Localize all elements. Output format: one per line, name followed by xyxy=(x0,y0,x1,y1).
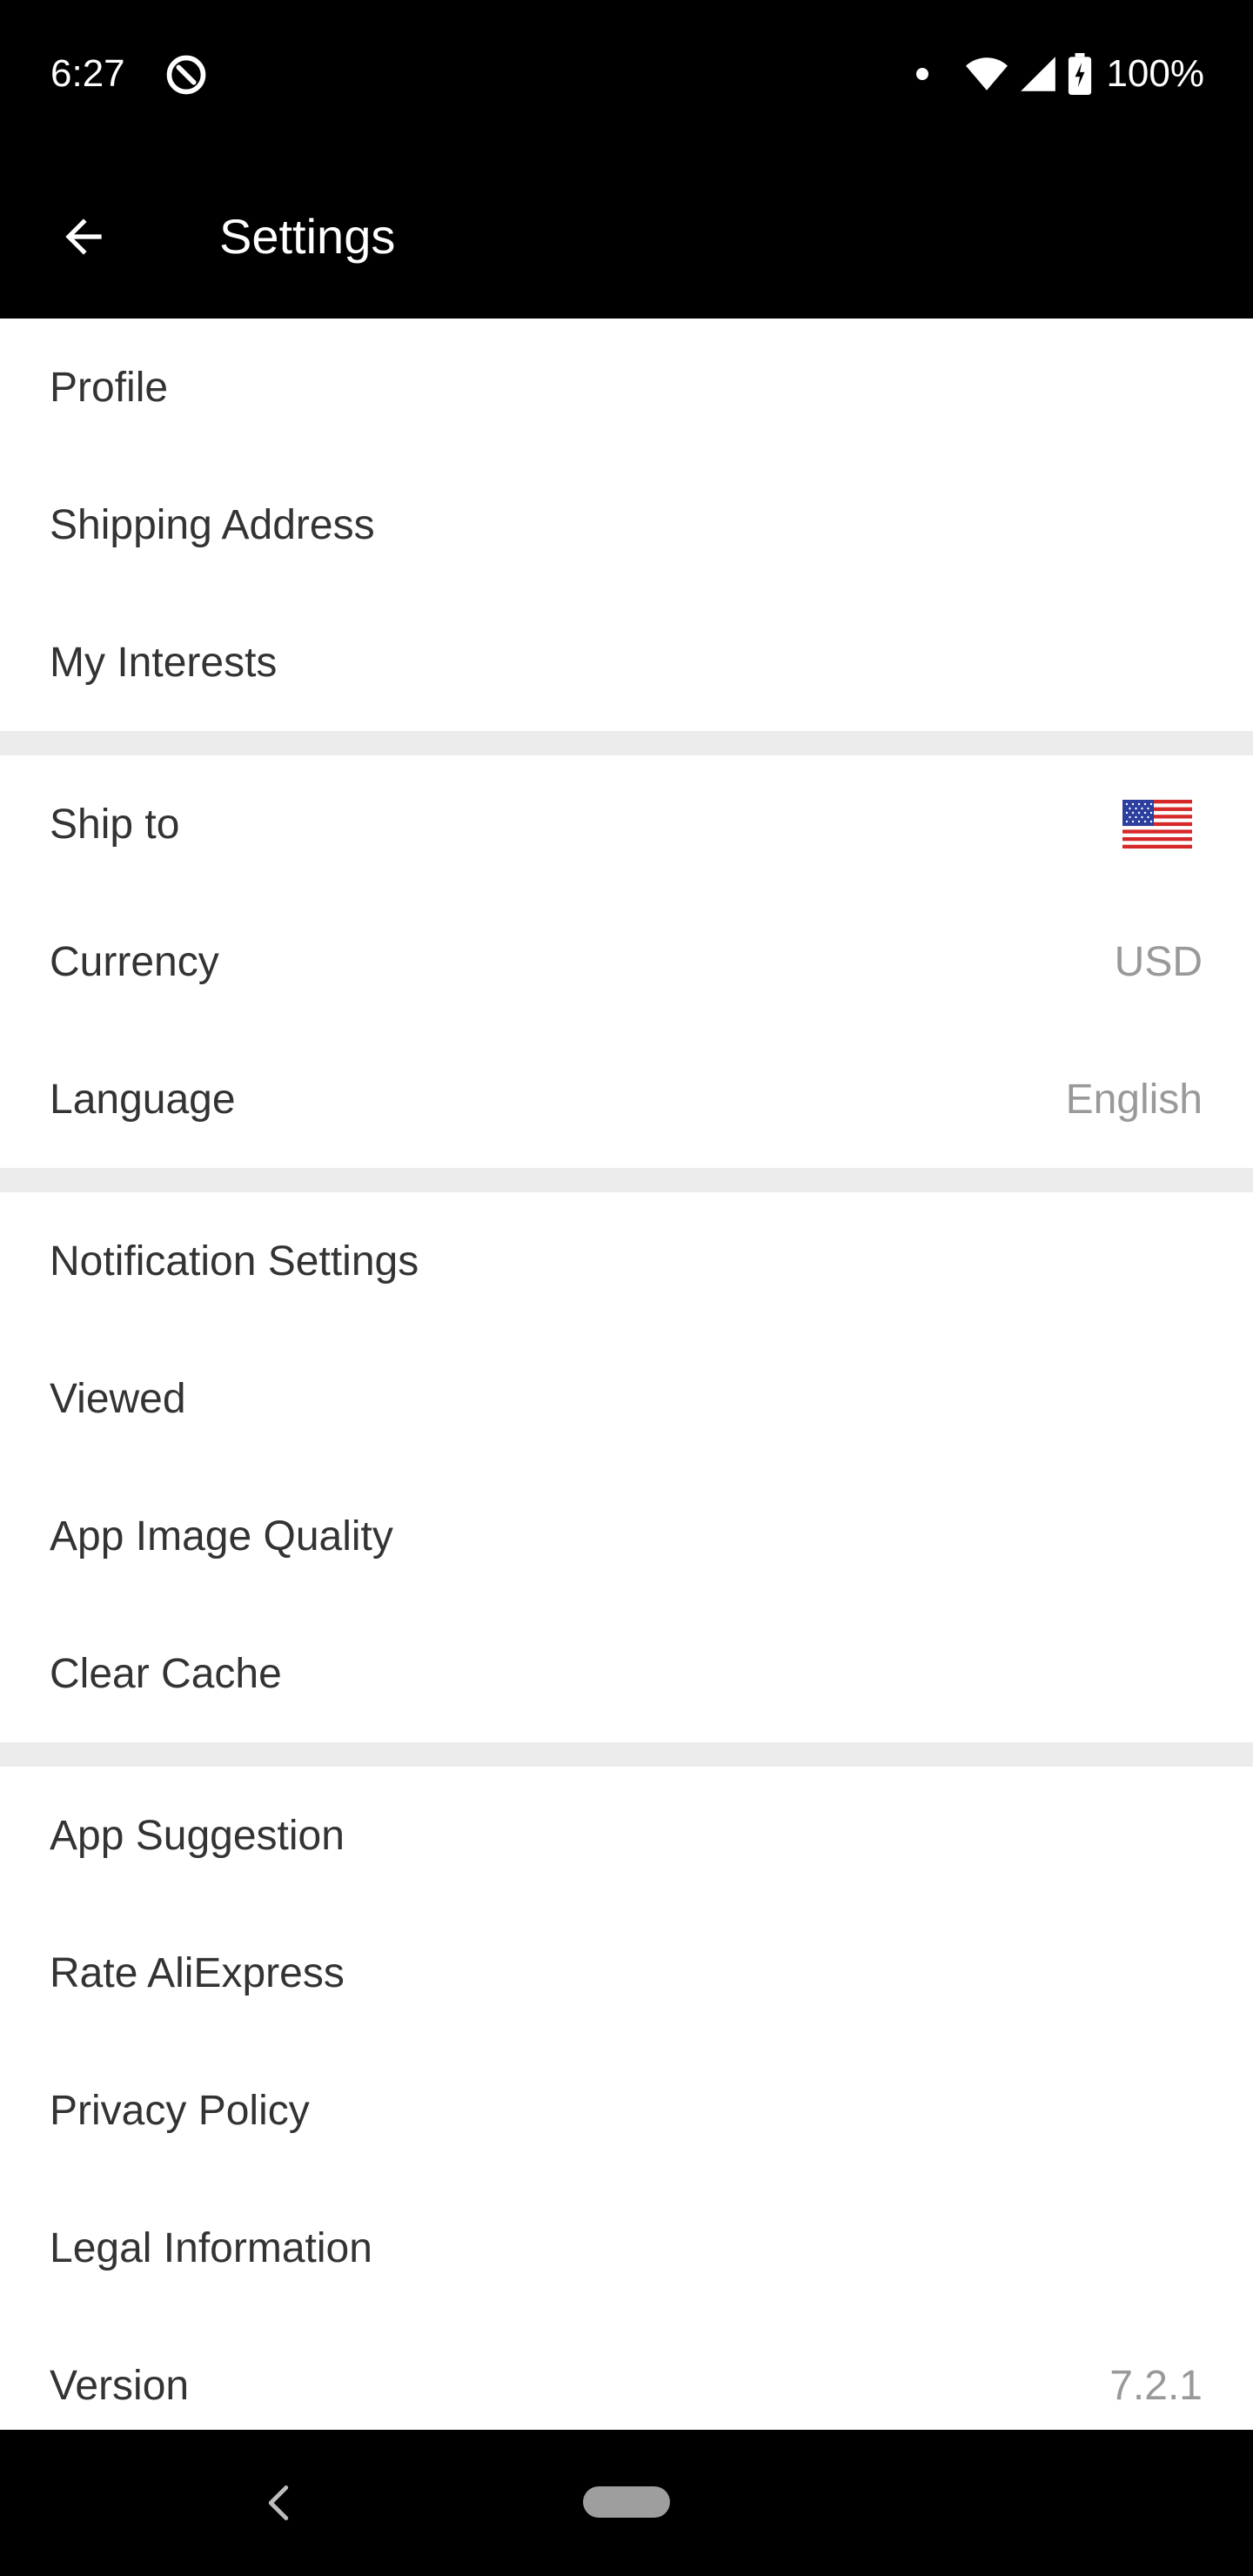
arrow-back-icon xyxy=(65,218,102,255)
settings-item-label: Currency xyxy=(50,938,219,985)
battery-percentage: 100% xyxy=(1106,52,1204,95)
status-bar: 6:27 100% xyxy=(0,0,1253,148)
app-bar: Settings xyxy=(0,148,1253,319)
section-divider xyxy=(0,1742,1253,1767)
settings-item-ship-to[interactable]: Ship to xyxy=(0,755,1253,893)
settings-item-app-image-quality[interactable]: App Image Quality xyxy=(0,1467,1253,1605)
settings-item-label: Privacy Policy xyxy=(50,2087,310,2134)
settings-item-shipping-address[interactable]: Shipping Address xyxy=(0,456,1253,594)
settings-item-label: Language xyxy=(50,1076,236,1123)
settings-item-notification-settings[interactable]: Notification Settings xyxy=(0,1192,1253,1330)
nav-back-button[interactable] xyxy=(252,2477,305,2529)
currency-value: USD xyxy=(1114,938,1203,985)
battery-charging-icon xyxy=(1069,53,1092,95)
settings-item-label: Profile xyxy=(50,364,169,411)
settings-group-region: Ship to Currency USD Language English xyxy=(0,755,1253,1168)
signal-icon xyxy=(1021,57,1056,91)
wifi-icon xyxy=(966,57,1008,91)
settings-item-label: Clear Cache xyxy=(50,1650,282,1697)
nav-back-icon xyxy=(268,2485,289,2521)
settings-group-account: Profile Shipping Address My Interests xyxy=(0,319,1253,731)
settings-item-profile[interactable]: Profile xyxy=(0,319,1253,456)
language-value: English xyxy=(1065,1076,1203,1123)
nav-home-pill-icon[interactable] xyxy=(583,2486,670,2518)
settings-item-currency[interactable]: Currency USD xyxy=(0,893,1253,1030)
back-button[interactable] xyxy=(47,200,120,273)
notification-dot-icon xyxy=(916,68,929,80)
settings-item-language[interactable]: Language English xyxy=(0,1030,1253,1168)
section-divider xyxy=(0,731,1253,755)
settings-item-label: Ship to xyxy=(50,801,180,848)
settings-item-label: Shipping Address xyxy=(50,501,375,548)
status-time: 6:27 xyxy=(50,52,125,95)
settings-item-app-suggestion[interactable]: App Suggestion xyxy=(0,1767,1253,1904)
us-flag-icon xyxy=(1122,800,1192,849)
data-saver-icon xyxy=(166,55,206,95)
settings-group-about: App Suggestion Rate AliExpress Privacy P… xyxy=(0,1767,1253,2430)
settings-item-label: App Suggestion xyxy=(50,1812,345,1859)
settings-item-viewed[interactable]: Viewed xyxy=(0,1330,1253,1467)
settings-item-label: My Interests xyxy=(50,639,278,686)
settings-item-my-interests[interactable]: My Interests xyxy=(0,594,1253,731)
version-value: 7.2.1 xyxy=(1109,2362,1203,2409)
settings-item-label: Version xyxy=(50,2362,190,2409)
settings-item-label: Legal Information xyxy=(50,2224,372,2271)
settings-item-label: App Image Quality xyxy=(50,1513,393,1560)
settings-group-app: Notification Settings Viewed App Image Q… xyxy=(0,1192,1253,1742)
navigation-bar xyxy=(0,2430,1253,2576)
settings-list: Profile Shipping Address My Interests Sh… xyxy=(0,319,1253,2430)
settings-item-clear-cache[interactable]: Clear Cache xyxy=(0,1605,1253,1742)
page-title: Settings xyxy=(219,209,396,264)
settings-item-label: Rate AliExpress xyxy=(50,1949,345,1996)
settings-item-rate-aliexpress[interactable]: Rate AliExpress xyxy=(0,1904,1253,2042)
settings-item-label: Viewed xyxy=(50,1375,186,1422)
settings-item-version[interactable]: Version 7.2.1 xyxy=(0,2317,1253,2430)
settings-item-privacy-policy[interactable]: Privacy Policy xyxy=(0,2042,1253,2179)
settings-item-legal-information[interactable]: Legal Information xyxy=(0,2179,1253,2317)
section-divider xyxy=(0,1168,1253,1192)
status-icons: 100% xyxy=(916,48,1204,100)
settings-item-label: Notification Settings xyxy=(50,1238,419,1285)
